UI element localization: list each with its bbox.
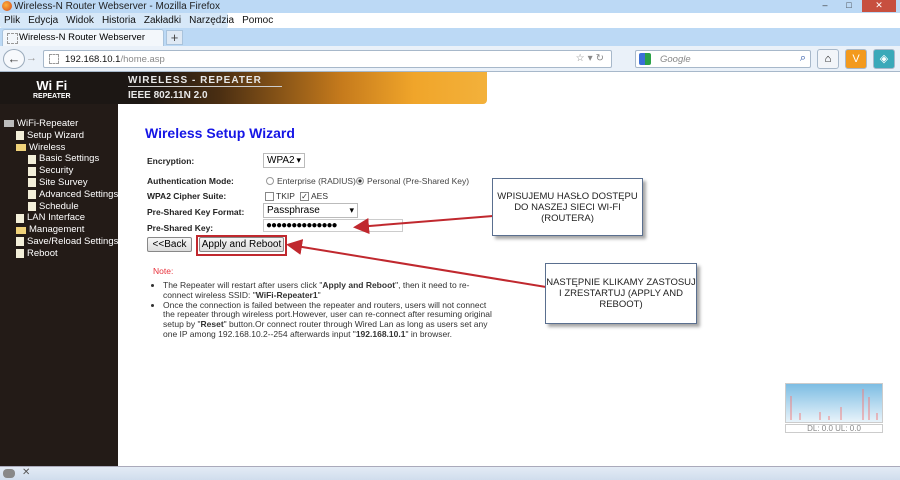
close-addon-bar-icon[interactable]: ✕ [22, 467, 30, 478]
annotation-arrows [286, 215, 878, 420]
callout-apply: NASTĘPNIE KLIKAMY ZASTOSUJ I ZRESTARTUJ … [545, 263, 697, 324]
arrow-to-key [353, 215, 494, 235]
callout-password: WPISUJEMU HASŁO DOSTĘPU DO NASZEJ SIECI … [492, 178, 643, 236]
status-bar: ✕ [0, 466, 900, 480]
addon-bar-icon[interactable] [3, 469, 15, 478]
arrow-to-apply [286, 239, 547, 288]
